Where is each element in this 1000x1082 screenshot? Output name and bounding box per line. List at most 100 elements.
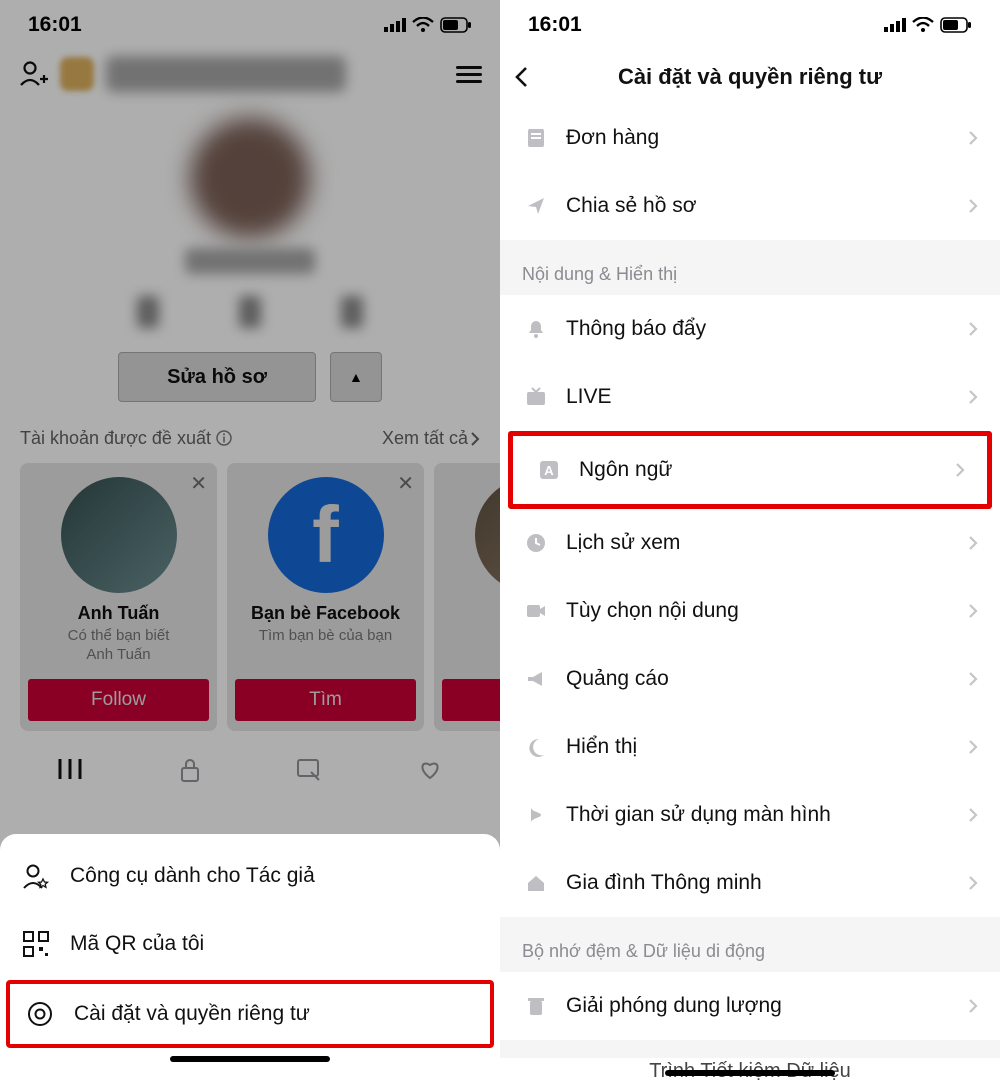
sheet-item-creator-tools[interactable]: Công cụ dành cho Tác giả xyxy=(0,842,500,910)
row-orders[interactable]: Đơn hàng xyxy=(500,104,1000,172)
see-all-link[interactable]: Xem tất cả xyxy=(382,428,480,449)
row-label: Chia sẻ hồ sơ xyxy=(566,194,968,218)
suggested-card[interactable]: ✕ Candy Có thể bPhươn Fo xyxy=(434,463,500,731)
suggested-card[interactable]: ✕ Anh Tuấn Có thể bạn biếtAnh Tuấn Follo… xyxy=(20,463,217,731)
card-subtitle: Có thể bPhươn xyxy=(442,627,500,665)
chevron-right-icon xyxy=(968,130,978,146)
row-screen-time[interactable]: Thời gian sử dụng màn hình xyxy=(500,781,1000,849)
avatar xyxy=(61,477,177,593)
language-icon: A xyxy=(538,459,560,481)
chevron-right-icon xyxy=(968,739,978,755)
profile-tabs xyxy=(0,741,500,783)
status-time: 16:01 xyxy=(28,13,82,37)
profile-name-blurred xyxy=(106,56,346,92)
info-icon[interactable] xyxy=(216,430,232,446)
signal-icon xyxy=(884,18,906,32)
moon-icon xyxy=(525,736,547,758)
bottom-sheet: Công cụ dành cho Tác giả Mã QR của tôi C… xyxy=(0,834,500,1082)
clock-icon xyxy=(525,532,547,554)
row-language[interactable]: A Ngôn ngữ xyxy=(508,431,992,509)
home-indicator xyxy=(665,1070,835,1076)
battery-icon xyxy=(940,17,972,33)
row-watch-history[interactable]: Lịch sử xem xyxy=(500,509,1000,577)
suggested-accounts: Tài khoản được đề xuất Xem tất cả ✕ Anh … xyxy=(0,402,500,741)
private-tab-icon[interactable] xyxy=(177,757,203,783)
row-free-up-space[interactable]: Giải phóng dung lượng xyxy=(500,972,1000,1040)
edit-profile-button[interactable]: Sửa hồ sơ xyxy=(118,352,316,402)
doc-icon xyxy=(525,127,547,149)
wifi-icon xyxy=(412,17,434,33)
chevron-right-icon xyxy=(955,462,965,478)
find-button[interactable]: Tìm xyxy=(235,679,416,721)
row-content-preferences[interactable]: Tùy chọn nội dung xyxy=(500,577,1000,645)
settings-group: Thông báo đẩy LIVE A Ngôn ngữ Lịch sử xe… xyxy=(500,295,1000,917)
bell-icon xyxy=(525,318,547,340)
video-icon xyxy=(525,600,547,622)
chevron-right-icon xyxy=(968,603,978,619)
hourglass-icon xyxy=(525,804,547,826)
status-bar: 16:01 xyxy=(0,0,500,50)
sheet-item-qr[interactable]: Mã QR của tôi xyxy=(0,910,500,978)
chevron-left-icon xyxy=(514,66,528,88)
close-icon[interactable]: ✕ xyxy=(190,471,207,496)
chevron-right-icon xyxy=(968,321,978,337)
repost-tab-icon[interactable] xyxy=(295,757,323,781)
suggested-card[interactable]: ✕ f Bạn bè Facebook Tìm bạn bè của bạn T… xyxy=(227,463,424,731)
chevron-right-icon xyxy=(968,198,978,214)
chevron-right-icon xyxy=(968,998,978,1014)
row-live[interactable]: LIVE xyxy=(500,363,1000,431)
liked-tab-icon[interactable] xyxy=(416,757,444,781)
svg-text:A: A xyxy=(544,463,554,478)
row-label: Thông báo đẩy xyxy=(566,317,968,341)
settings-group: Giải phóng dung lượng xyxy=(500,972,1000,1040)
back-button[interactable] xyxy=(514,66,528,88)
card-subtitle: Có thể bạn biếtAnh Tuấn xyxy=(28,627,209,665)
row-share-profile[interactable]: Chia sẻ hồ sơ xyxy=(500,172,1000,240)
gear-icon xyxy=(26,1000,54,1028)
signal-icon xyxy=(384,18,406,32)
qr-icon xyxy=(22,930,50,958)
sheet-item-label: Công cụ dành cho Tác giả xyxy=(70,864,315,888)
row-display[interactable]: Hiển thị xyxy=(500,713,1000,781)
sheet-item-label: Cài đặt và quyền riêng tư xyxy=(74,1002,310,1026)
grid-tab-icon[interactable] xyxy=(56,757,84,781)
row-label: Thời gian sử dụng màn hình xyxy=(566,803,968,827)
row-label: Gia đình Thông minh xyxy=(566,871,968,895)
profile-screen: 16:01 Sửa hồ sơ ▲ xyxy=(0,0,500,1082)
row-ads[interactable]: Quảng cáo xyxy=(500,645,1000,713)
row-family-pairing[interactable]: Gia đình Thông minh xyxy=(500,849,1000,917)
close-icon[interactable]: ✕ xyxy=(397,471,414,496)
row-label: LIVE xyxy=(566,385,968,409)
status-icons xyxy=(884,17,972,33)
chevron-right-icon xyxy=(968,671,978,687)
home-indicator xyxy=(170,1056,330,1062)
chevron-right-icon xyxy=(968,535,978,551)
tv-icon xyxy=(525,386,547,408)
row-label: Ngôn ngữ xyxy=(579,458,955,482)
row-label: Lịch sử xem xyxy=(566,531,968,555)
follow-button[interactable]: Fo xyxy=(442,679,500,721)
person-star-icon xyxy=(22,862,50,890)
profile-avatar[interactable] xyxy=(190,118,310,238)
card-name: Anh Tuấn xyxy=(28,603,209,624)
status-bar: 16:01 xyxy=(500,0,1000,50)
expand-button[interactable]: ▲ xyxy=(330,352,382,402)
chevron-right-icon xyxy=(968,875,978,891)
page-title: Cài đặt và quyền riêng tư xyxy=(618,64,882,90)
hamburger-menu-icon[interactable] xyxy=(456,62,482,87)
follow-button[interactable]: Follow xyxy=(28,679,209,721)
row-label: Giải phóng dung lượng xyxy=(566,994,968,1018)
home-icon xyxy=(525,872,547,894)
sheet-item-settings[interactable]: Cài đặt và quyền riêng tư xyxy=(6,980,494,1048)
chevron-right-icon xyxy=(968,389,978,405)
battery-icon xyxy=(440,17,472,33)
status-icons xyxy=(384,17,472,33)
profile-stats xyxy=(0,296,500,328)
row-push-notifications[interactable]: Thông báo đẩy xyxy=(500,295,1000,363)
suggested-title: Tài khoản được đề xuất xyxy=(20,428,232,449)
facebook-icon: f xyxy=(268,477,384,593)
add-person-icon[interactable] xyxy=(18,59,48,89)
trash-icon xyxy=(525,995,547,1017)
row-label: Đơn hàng xyxy=(566,126,968,150)
card-name: Bạn bè Facebook xyxy=(235,603,416,624)
